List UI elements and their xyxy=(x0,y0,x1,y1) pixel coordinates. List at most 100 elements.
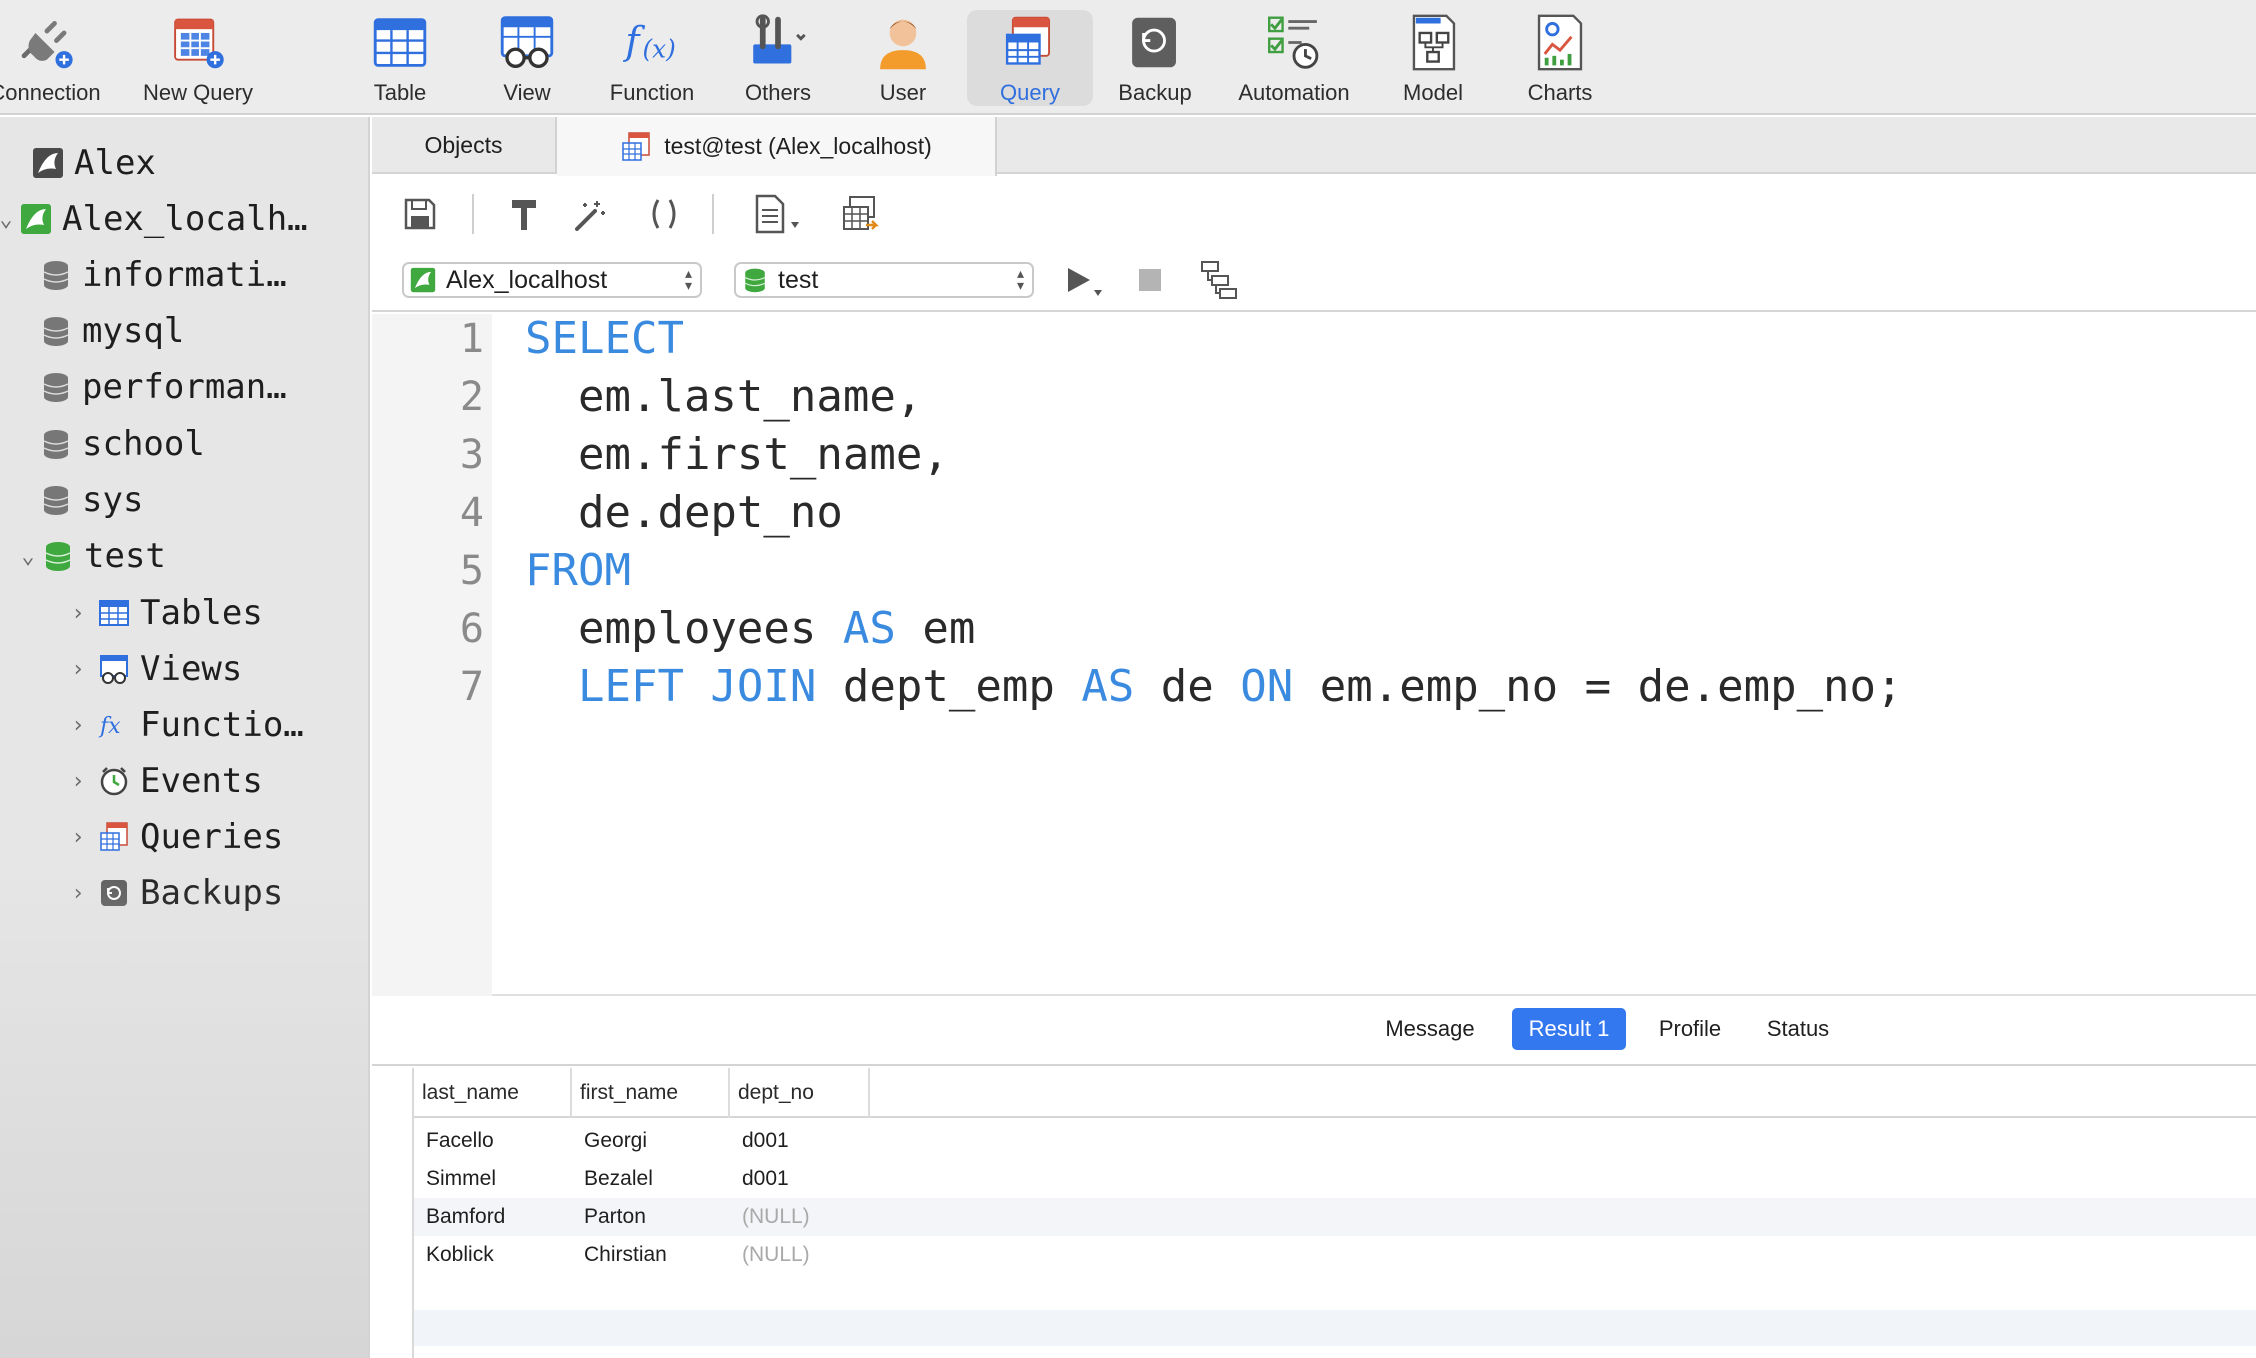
table-row[interactable]: Facello Georgi d001 xyxy=(414,1122,2256,1160)
sql-text: de xyxy=(1134,661,1241,712)
toolbar-automation-button[interactable]: Automation xyxy=(1228,10,1360,106)
column-header[interactable]: first_name xyxy=(572,1068,730,1118)
line-number: 1 xyxy=(459,316,484,362)
new-query-icon xyxy=(174,18,224,69)
toolbar-connection-button[interactable]: Connection xyxy=(0,10,120,106)
column-header[interactable]: dept_no xyxy=(730,1068,870,1118)
sidebar-item-tables[interactable]: › Tables xyxy=(64,588,263,638)
chevron-down-icon[interactable]: ⌄ xyxy=(0,207,20,232)
chevron-right-icon[interactable]: › xyxy=(64,825,92,850)
save-button[interactable] xyxy=(398,192,442,236)
tab-profile[interactable]: Profile xyxy=(1642,1008,1738,1050)
code-snippet-button[interactable] xyxy=(642,192,686,236)
beautify-button[interactable] xyxy=(568,192,612,236)
text-menu-button[interactable] xyxy=(752,192,808,236)
sidebar-item-information-schema[interactable]: informati… xyxy=(40,250,287,300)
line-number: 6 xyxy=(459,606,484,652)
toolbar-model-button[interactable]: Model xyxy=(1388,10,1478,106)
connection-select[interactable]: Alex_localhost ▴ ▾ xyxy=(402,262,702,298)
sidebar-item-label: test xyxy=(84,536,166,576)
sql-keyword: LEFT JOIN xyxy=(577,661,817,712)
cell-first-name[interactable]: Chirstian xyxy=(572,1236,730,1274)
sidebar-item-school[interactable]: school xyxy=(40,419,205,469)
sql-keyword: ON xyxy=(1240,661,1294,712)
toolbar-label: User xyxy=(879,80,927,105)
hammer-icon xyxy=(512,200,536,230)
save-icon xyxy=(404,198,436,230)
sidebar-item-queries[interactable]: › Queries xyxy=(64,812,283,862)
table-row[interactable]: Koblick Chirstian (NULL) xyxy=(414,1236,2256,1274)
sidebar-item-sys[interactable]: sys xyxy=(40,475,143,525)
cell-last-name[interactable]: Bamford xyxy=(414,1198,572,1236)
function-icon: f (x) xyxy=(622,19,675,64)
toolbar-charts-button[interactable]: Charts xyxy=(1515,10,1605,106)
updown-chevron-icon: ▴ ▾ xyxy=(684,265,692,293)
column-header[interactable]: last_name xyxy=(414,1068,572,1118)
table-arrow-icon xyxy=(843,196,880,230)
query-icon xyxy=(622,131,650,161)
line-number: 5 xyxy=(459,548,484,594)
sidebar-item-events[interactable]: › Events xyxy=(64,756,262,806)
toolbar-query-button[interactable]: Query xyxy=(967,10,1093,106)
table-row[interactable]: Bamford Parton (NULL) xyxy=(414,1198,2256,1236)
cell-dept-no[interactable]: (NULL) xyxy=(730,1236,870,1274)
toolbar-function-button[interactable]: f (x) Function xyxy=(597,10,707,106)
toolbar-view-button[interactable]: View xyxy=(482,10,572,106)
toolbar-label: Query xyxy=(1000,80,1060,105)
toolbar-others-button[interactable]: Others xyxy=(730,10,826,106)
code-line: em.last_name, xyxy=(525,371,922,422)
tab-status[interactable]: Status xyxy=(1748,1008,1848,1050)
sql-text: em xyxy=(895,603,976,654)
sidebar-item-backups[interactable]: › Backups xyxy=(64,868,283,918)
explain-plan-button[interactable] xyxy=(1198,258,1242,302)
cell-last-name[interactable]: Facello xyxy=(414,1122,572,1160)
sidebar-item-alex[interactable]: Alex xyxy=(4,138,156,188)
connection-icon xyxy=(410,267,436,293)
tab-message[interactable]: Message xyxy=(1372,1008,1488,1050)
view-icon xyxy=(100,655,128,684)
tab-objects[interactable]: Objects xyxy=(372,117,557,174)
chevron-right-icon[interactable]: › xyxy=(64,657,92,682)
code-line: SELECT xyxy=(525,313,684,364)
toolbar-new-query-button[interactable]: New Query xyxy=(138,10,258,106)
tab-query[interactable]: test@test (Alex_localhost) xyxy=(557,117,997,176)
sidebar-item-label: Tables xyxy=(140,593,263,633)
run-button[interactable] xyxy=(1058,258,1112,302)
format-sql-button[interactable] xyxy=(502,192,546,236)
sidebar-item-test[interactable]: ⌄ test xyxy=(21,531,166,581)
cell-last-name[interactable]: Simmel xyxy=(414,1160,572,1198)
sidebar-item-views[interactable]: › Views xyxy=(64,644,242,694)
toolbar-label: New Query xyxy=(142,80,254,105)
cell-first-name[interactable]: Parton xyxy=(572,1198,730,1236)
query-icon xyxy=(100,822,128,851)
chevron-right-icon[interactable]: › xyxy=(64,601,92,626)
chevron-right-icon[interactable]: › xyxy=(64,881,92,906)
toolbar-user-button[interactable]: User xyxy=(858,10,948,106)
toolbar-table-button[interactable]: Table xyxy=(355,10,445,106)
stop-button[interactable] xyxy=(1128,258,1172,302)
sidebar-item-alex-localhost[interactable]: ⌄ Alex_localh… xyxy=(0,194,308,244)
sql-text: em.last_name, xyxy=(525,371,923,422)
chevron-right-icon[interactable]: › xyxy=(64,713,92,738)
cell-last-name[interactable]: Koblick xyxy=(414,1236,572,1274)
tools-icon xyxy=(753,14,806,64)
automation-icon xyxy=(1268,16,1319,69)
cell-first-name[interactable]: Georgi xyxy=(572,1122,730,1160)
tab-result-1[interactable]: Result 1 xyxy=(1512,1008,1626,1050)
explain-button[interactable] xyxy=(838,192,882,236)
toolbar-label: Charts xyxy=(1527,80,1593,105)
chevron-right-icon[interactable]: › xyxy=(64,769,92,794)
database-select[interactable]: test ▴ ▾ xyxy=(734,262,1034,298)
chevron-down-icon[interactable]: ⌄ xyxy=(14,544,42,569)
toolbar-backup-button[interactable]: Backup xyxy=(1110,10,1200,106)
table-row[interactable]: Simmel Bezalel d001 xyxy=(414,1160,2256,1198)
charts-icon xyxy=(1537,14,1583,71)
cell-dept-no[interactable]: d001 xyxy=(730,1122,870,1160)
sidebar-item-functions[interactable]: › fx Functio… xyxy=(64,700,303,750)
cell-dept-no[interactable]: (NULL) xyxy=(730,1198,870,1236)
sidebar-item-performance-schema[interactable]: performan… xyxy=(40,362,287,412)
cell-first-name[interactable]: Bezalel xyxy=(572,1160,730,1198)
database-icon xyxy=(43,373,69,402)
cell-dept-no[interactable]: d001 xyxy=(730,1160,870,1198)
sidebar-item-mysql[interactable]: mysql xyxy=(40,306,184,356)
